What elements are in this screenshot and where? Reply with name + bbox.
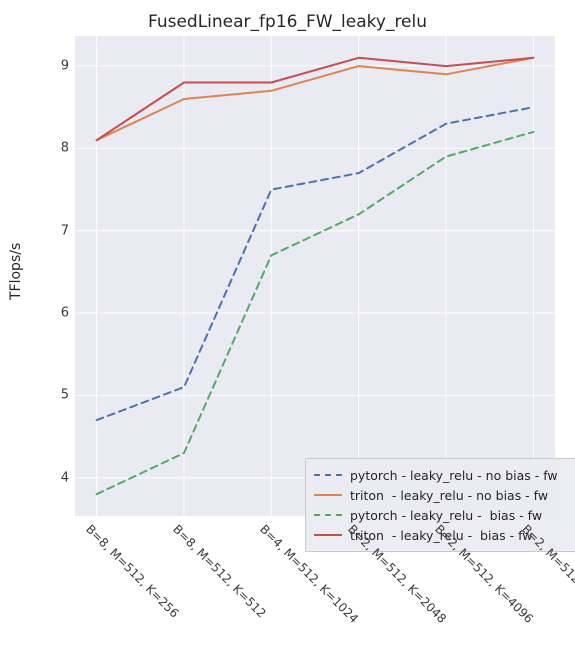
- legend-label: triton - leaky_relu - no bias - fw: [350, 488, 548, 503]
- legend-swatch: [314, 534, 342, 536]
- y-tick-label: 4: [45, 470, 69, 485]
- plot-area: pytorch - leaky_relu - no bias - fw trit…: [75, 36, 555, 516]
- plot-svg: [75, 36, 555, 516]
- series-line: [97, 107, 534, 420]
- chart-figure: FusedLinear_fp16_FW_leaky_relu TFlops/s …: [0, 0, 575, 647]
- series-lines: [97, 58, 534, 494]
- legend-label: pytorch - leaky_relu - no bias - fw: [350, 468, 558, 483]
- legend-item: pytorch - leaky_relu - no bias - fw: [314, 465, 575, 485]
- legend-swatch: [314, 494, 342, 496]
- y-axis-label: TFlops/s: [8, 243, 24, 300]
- y-tick-label: 6: [45, 306, 69, 321]
- y-tick-label: 7: [45, 223, 69, 238]
- legend-item: triton - leaky_relu - no bias - fw: [314, 485, 575, 505]
- legend-label: pytorch - leaky_relu - bias - fw: [350, 508, 542, 523]
- y-tick-label: 8: [45, 141, 69, 156]
- legend-swatch: [314, 514, 342, 516]
- x-tick-label: B=8, M=512, K=256: [83, 522, 182, 621]
- legend-swatch: [314, 474, 342, 476]
- y-tick-label: 5: [45, 388, 69, 403]
- x-tick-label: B=8, M=512, K=512: [170, 522, 269, 621]
- chart-title: FusedLinear_fp16_FW_leaky_relu: [0, 12, 575, 32]
- y-tick-label: 9: [45, 59, 69, 74]
